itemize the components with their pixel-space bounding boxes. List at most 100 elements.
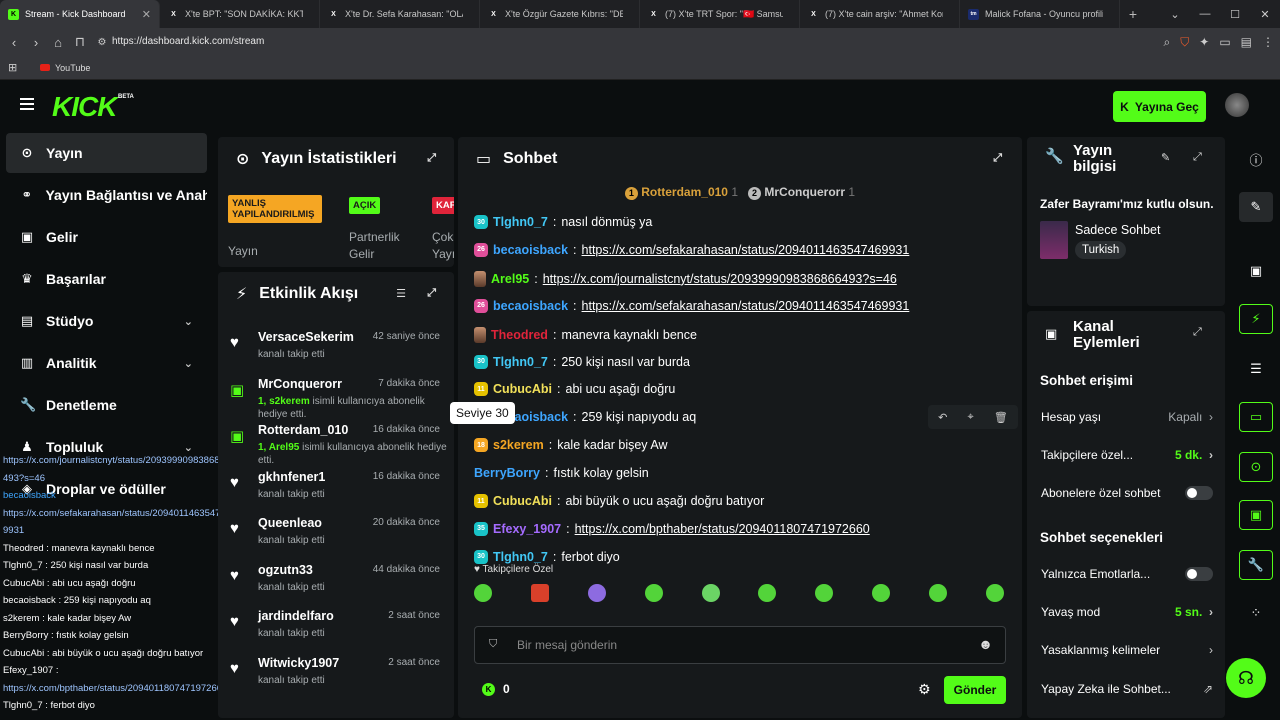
chat-message[interactable]: 26 becaoisback: https://x.com/sefakarahasa… — [474, 298, 909, 313]
level-badge[interactable]: 11 — [474, 382, 488, 397]
sidebar-item-analytics[interactable]: ▥ Analitik ⌄ — [6, 343, 207, 383]
browser-tab[interactable]: X (7) X'te cain arşiv: "Ahmet Konanç — [800, 0, 960, 28]
chevron-down-icon[interactable]: ⌄ — [1160, 8, 1190, 21]
emote-icon[interactable] — [758, 584, 777, 602]
brave-shield-icon[interactable]: ⛉ — [1180, 35, 1189, 50]
activity-item[interactable]: ♥ gkhnfener1 16 dakika önce kanalı takip… — [218, 464, 454, 510]
emoji-icon[interactable]: ☻ — [978, 636, 993, 652]
level-badge[interactable]: 30 — [474, 549, 488, 564]
browser-tab[interactable]: K Stream - Kick Dashboard ✕ — [0, 0, 160, 28]
banned-words-row[interactable]: Yasaklanmış kelimeler › — [1041, 643, 1213, 657]
go-live-button[interactable]: K Yayına Geç — [1113, 91, 1206, 122]
level-badge[interactable]: 18 — [474, 438, 488, 453]
subs-only-toggle[interactable] — [1185, 486, 1213, 500]
bookmark-icon[interactable]: ⊓ — [69, 34, 91, 50]
expand-icon[interactable]: ⤢ — [1193, 151, 1202, 164]
forward-icon[interactable]: › — [25, 35, 47, 50]
zoom-icon[interactable]: ⌕ — [1164, 35, 1171, 50]
close-icon[interactable]: ✕ — [142, 8, 151, 21]
activity-item[interactable]: ♥ ogzutn33 44 dakika önce kanalı takip e… — [218, 557, 454, 603]
maximize-icon[interactable]: ☐ — [1220, 8, 1250, 21]
activity-item[interactable]: ♥ VersaceSekerim 42 saniye önce kanalı t… — [218, 324, 454, 370]
activity-item[interactable]: ♥ Queenleao 20 dakika önce kanalı takip … — [218, 510, 454, 556]
chat-icon[interactable]: ▭ — [1239, 402, 1273, 432]
chat-username[interactable]: Tlghn0_7 — [493, 550, 548, 564]
chat-message[interactable]: 11 CubucAbi: abi ucu aşağı doğru — [474, 382, 675, 397]
chat-message[interactable]: 26 becaoisback: https://x.com/sefakarahasa… — [474, 242, 909, 257]
reply-icon[interactable]: ↶ — [938, 411, 947, 424]
chat-message[interactable]: 30 Tlghn0_7:250 kişi nasıl var burda — [474, 354, 690, 369]
expand-icon[interactable]: ⤢ — [427, 287, 436, 300]
filter-icon[interactable]: ☰ — [396, 287, 406, 300]
level-badge[interactable]: 30 — [474, 354, 488, 369]
activity-item[interactable]: ♥ Witwicky1907 2 saat önce kanalı takip … — [218, 650, 454, 696]
channel-actions-icon[interactable]: ▣ — [1239, 500, 1273, 530]
gear-icon[interactable]: ⚙ — [918, 681, 931, 698]
sidebar-item-stream[interactable]: ⊙ Yayın — [6, 133, 207, 173]
activity-item[interactable]: ♥ jardindelfaro 2 saat önce kanalı takip… — [218, 603, 454, 649]
chat-username[interactable]: Tlghn0_7 — [493, 215, 548, 229]
menu-icon[interactable] — [20, 98, 34, 110]
browser-tab[interactable]: X X'te Dr. Sefa Karahasan: "OLAY YER — [320, 0, 480, 28]
chat-message[interactable]: 30 Tlghn0_7: nasıl dönmüş ya — [474, 215, 652, 229]
minimize-icon[interactable]: — — [1190, 8, 1220, 20]
chat-input[interactable]: ⛉ Bir mesaj gönderin ☻ — [474, 626, 1006, 664]
chat-username[interactable]: becaoisback — [493, 299, 568, 313]
send-button[interactable]: Gönder — [944, 676, 1006, 704]
chat-message[interactable]: BerryBorry: fıstık kolay gelsin — [474, 466, 649, 480]
wallet-icon[interactable]: ▤ — [1241, 35, 1252, 49]
emote-icon[interactable] — [530, 584, 549, 602]
sidebar-item-studio[interactable]: ▤ Stüdyo ⌄ — [6, 301, 207, 341]
level-badge[interactable]: 11 — [474, 494, 488, 508]
sidebar-item-stream-key[interactable]: ⚭ Yayın Bağlantısı ve Anahtar — [6, 175, 207, 215]
level-badge[interactable]: 30 — [474, 215, 488, 229]
chat-username[interactable]: BerryBorry — [474, 466, 540, 480]
home-icon[interactable]: ⌂ — [47, 35, 69, 50]
sidebar-item-moderation[interactable]: 🔧 Denetleme — [6, 385, 207, 425]
browser-tab[interactable]: tm Malick Fofana - Oyuncu profili 26/2 — [960, 0, 1120, 28]
activity-item[interactable]: ▣ Rotterdam_010 16 dakika önce 1, Arel95… — [218, 417, 454, 466]
browser-tab[interactable]: X X'te Özgür Gazete Kıbrıs: "DENİZDE — [480, 0, 640, 28]
extensions-icon[interactable]: ✦ — [1199, 35, 1209, 49]
pin-icon[interactable]: ⌖ — [968, 411, 974, 424]
support-icon[interactable]: ☊ — [1226, 658, 1266, 698]
chat-username[interactable]: CubucAbi — [493, 494, 552, 508]
chat-message[interactable]: 35 Efexy_1907: https://x.com/bpthaber/stat… — [474, 521, 870, 536]
emote-icon[interactable] — [985, 584, 1004, 602]
chat-username[interactable]: Theodred — [491, 328, 548, 342]
expand-icon[interactable]: ⤢ — [427, 152, 436, 165]
browser-tab[interactable]: X (7) X'te TRT Spor: "🇹🇷 Samsunspor — [640, 0, 800, 28]
list-icon[interactable]: ☰ — [1239, 354, 1273, 384]
level-badge[interactable]: 26 — [474, 242, 488, 257]
chat-username[interactable]: Tlghn0_7 — [493, 355, 548, 369]
emotes-only-toggle[interactable] — [1185, 567, 1213, 581]
lightning-icon[interactable]: ⚡ — [1239, 304, 1273, 334]
message-link[interactable]: https://x.com/journalistcnyt/status/2093… — [543, 272, 897, 286]
emote-icon[interactable] — [872, 584, 891, 602]
expand-icon[interactable]: ⤢ — [1193, 326, 1202, 339]
message-link[interactable]: https://x.com/bpthaber/status/2094011807… — [575, 522, 870, 536]
wrench-icon[interactable]: 🔧 — [1239, 550, 1273, 580]
chat-username[interactable]: becaoisback — [493, 243, 568, 257]
stream-icon[interactable]: ⊙ — [1239, 452, 1273, 482]
back-icon[interactable]: ‹ — [3, 35, 25, 50]
chat-username[interactable]: CubucAbi — [493, 382, 552, 396]
chat-username[interactable]: Arel95 — [491, 272, 529, 286]
chat-message[interactable]: Arel95: https://x.com/journalistcnyt/stat… — [474, 270, 897, 287]
level-badge[interactable]: 26 — [474, 298, 488, 313]
browser-tab[interactable]: X X'te BPT: "SON DAKİKA: KKTC Bayır — [160, 0, 320, 28]
activity-item[interactable]: ▣ MrConquerorr 7 dakika önce 1, s2kerem … — [218, 371, 454, 420]
chat-message[interactable]: Theodred: manevra kaynaklı bence — [474, 326, 697, 343]
emote-icon[interactable] — [815, 584, 834, 602]
slow-mode-row[interactable]: Yavaş mod 5 sn. › — [1041, 605, 1213, 619]
trash-icon[interactable]: 🗑 — [994, 411, 1008, 424]
site-info-icon[interactable]: ⚙ — [91, 37, 113, 48]
edit-icon[interactable]: ✎ — [1239, 192, 1273, 222]
apps-icon[interactable]: ⊞ — [8, 61, 17, 74]
new-tab-button[interactable]: + — [1120, 6, 1146, 22]
kick-logo[interactable]: KICK — [52, 91, 117, 123]
expand-icon[interactable]: ⤢ — [993, 152, 1002, 165]
stream-preview-icon[interactable]: ▣ — [1239, 256, 1273, 286]
menu-icon[interactable]: ⋮ — [1262, 35, 1274, 49]
bookmark-youtube[interactable]: YouTube — [40, 63, 90, 73]
